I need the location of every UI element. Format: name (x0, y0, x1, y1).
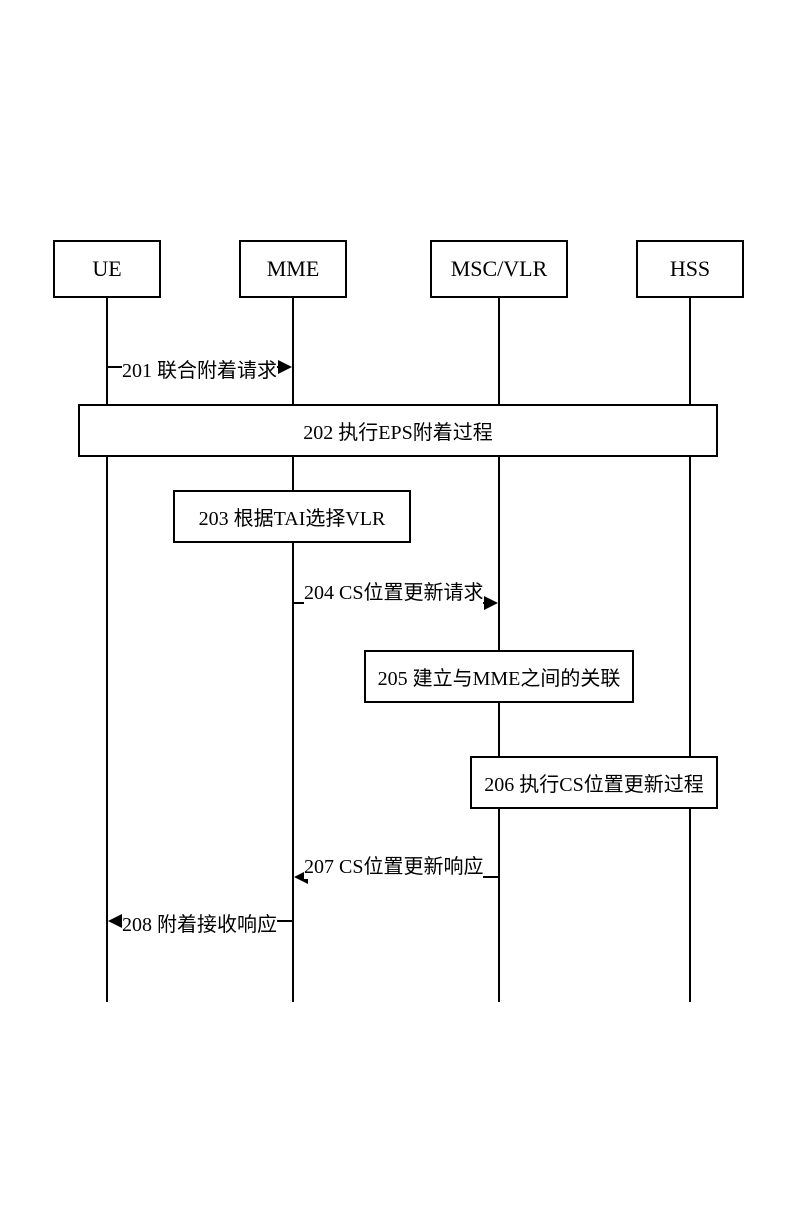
sequence-diagram: UE MME MSC/VLR HSS 201 联合附着请求 202 执行EPS附… (0, 0, 800, 1226)
box-203: 203 根据TAI选择VLR (173, 490, 411, 543)
label-208: 208 附着接收响应 (122, 908, 277, 937)
actor-mme-label: MME (267, 256, 320, 281)
actor-msc-vlr-label: MSC/VLR (451, 256, 548, 281)
actor-hss: HSS (636, 240, 744, 298)
label-206: 206 执行CS位置更新过程 (484, 774, 703, 796)
arrow-head-208 (108, 914, 122, 928)
lifeline-msc-2 (498, 450, 500, 1002)
actor-ue-label: UE (92, 256, 121, 281)
label-205: 205 建立与MME之间的关联 (378, 668, 621, 690)
actor-msc-vlr: MSC/VLR (430, 240, 568, 298)
arrow-head-204 (484, 596, 498, 610)
box-206: 206 执行CS位置更新过程 (470, 756, 718, 809)
lifeline-hss (689, 296, 691, 404)
label-204: 204 CS位置更新请求 (304, 576, 483, 605)
label-203: 203 根据TAI选择VLR (199, 508, 386, 530)
arrow-head-201 (278, 360, 292, 374)
box-202: 202 执行EPS附着过程 (78, 404, 718, 457)
lifeline-msc (498, 296, 500, 404)
box-205: 205 建立与MME之间的关联 (364, 650, 634, 703)
actor-hss-label: HSS (670, 256, 710, 281)
actor-ue: UE (53, 240, 161, 298)
lifeline-mme (292, 296, 294, 404)
label-201: 201 联合附着请求 (122, 354, 277, 383)
lifeline-hss-2 (689, 450, 691, 1002)
label-202: 202 执行EPS附着过程 (303, 422, 492, 444)
actor-mme: MME (239, 240, 347, 298)
lifeline-ue (106, 296, 108, 404)
label-207: 207 CS位置更新响应 (304, 850, 483, 879)
